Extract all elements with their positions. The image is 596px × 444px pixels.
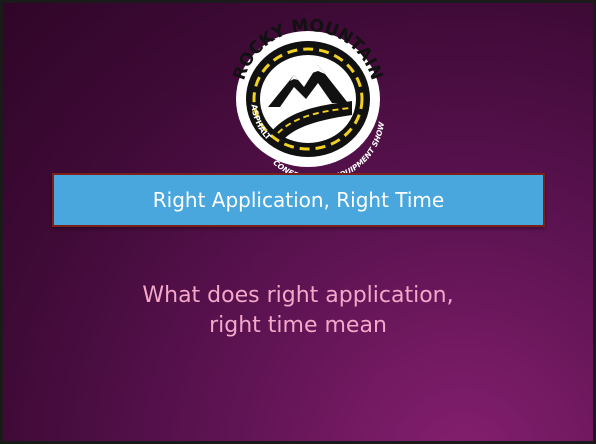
title-banner: Right Application, Right Time: [52, 173, 545, 227]
slide-title: Right Application, Right Time: [152, 188, 445, 212]
slide-body: What does right application, right time …: [43, 281, 553, 341]
rocky-mountain-logo: ROCKY MOUNTAIN ASPHALT CONFERENCE & EQUI…: [230, 16, 387, 179]
body-line-2: right time mean: [209, 313, 387, 338]
body-line-1: What does right application,: [142, 283, 454, 308]
slide: ROCKY MOUNTAIN ASPHALT CONFERENCE & EQUI…: [3, 3, 593, 441]
